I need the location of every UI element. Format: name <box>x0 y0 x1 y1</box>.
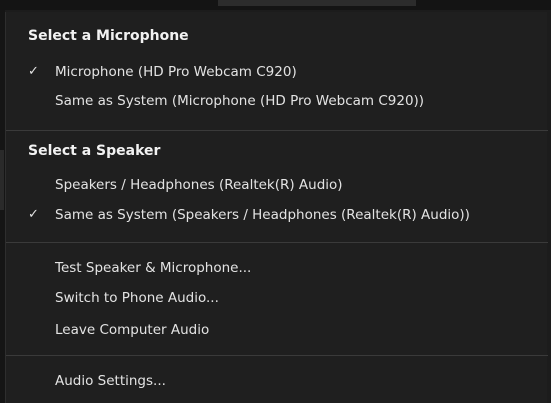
menu-item-switch-to-phone-audio[interactable]: Switch to Phone Audio... <box>6 284 548 312</box>
menu-item-label: Test Speaker & Microphone... <box>55 260 252 276</box>
menu-item-audio-settings[interactable]: Audio Settings... <box>6 367 548 395</box>
menu-item-label: Same as System (Microphone (HD Pro Webca… <box>55 93 425 109</box>
menu-divider <box>6 242 548 243</box>
menu-item-label: Leave Computer Audio <box>55 322 210 338</box>
left-edge-mark <box>0 150 4 210</box>
speaker-heading: Select a Speaker <box>28 143 161 159</box>
menu-item-test-speaker-microphone[interactable]: Test Speaker & Microphone... <box>6 254 548 282</box>
menu-item-label: Switch to Phone Audio... <box>55 290 219 306</box>
menu-item-microphone-same-as-system[interactable]: Same as System (Microphone (HD Pro Webca… <box>6 87 548 115</box>
audio-dropdown-menu: Select a Microphone ✓ Microphone (HD Pro… <box>5 12 548 403</box>
audio-menu-screen: Select a Microphone ✓ Microphone (HD Pro… <box>0 0 551 403</box>
menu-item-leave-computer-audio[interactable]: Leave Computer Audio <box>6 316 548 344</box>
checkmark-icon: ✓ <box>28 207 39 222</box>
top-toolbar-strip <box>0 0 551 10</box>
menu-divider <box>6 130 548 131</box>
menu-item-label: Microphone (HD Pro Webcam C920) <box>55 64 297 80</box>
menu-divider <box>6 355 548 356</box>
menu-item-speakers-same-as-system[interactable]: ✓ Same as System (Speakers / Headphones … <box>6 201 548 229</box>
menu-item-microphone-c920[interactable]: ✓ Microphone (HD Pro Webcam C920) <box>6 58 548 86</box>
menu-item-speakers-realtek[interactable]: Speakers / Headphones (Realtek(R) Audio) <box>6 171 548 199</box>
menu-item-label: Audio Settings... <box>55 373 166 389</box>
toolbar-highlight <box>218 0 416 6</box>
microphone-heading: Select a Microphone <box>28 28 189 44</box>
menu-item-label: Speakers / Headphones (Realtek(R) Audio) <box>55 177 343 193</box>
menu-item-label: Same as System (Speakers / Headphones (R… <box>55 207 470 223</box>
checkmark-icon: ✓ <box>28 64 39 79</box>
